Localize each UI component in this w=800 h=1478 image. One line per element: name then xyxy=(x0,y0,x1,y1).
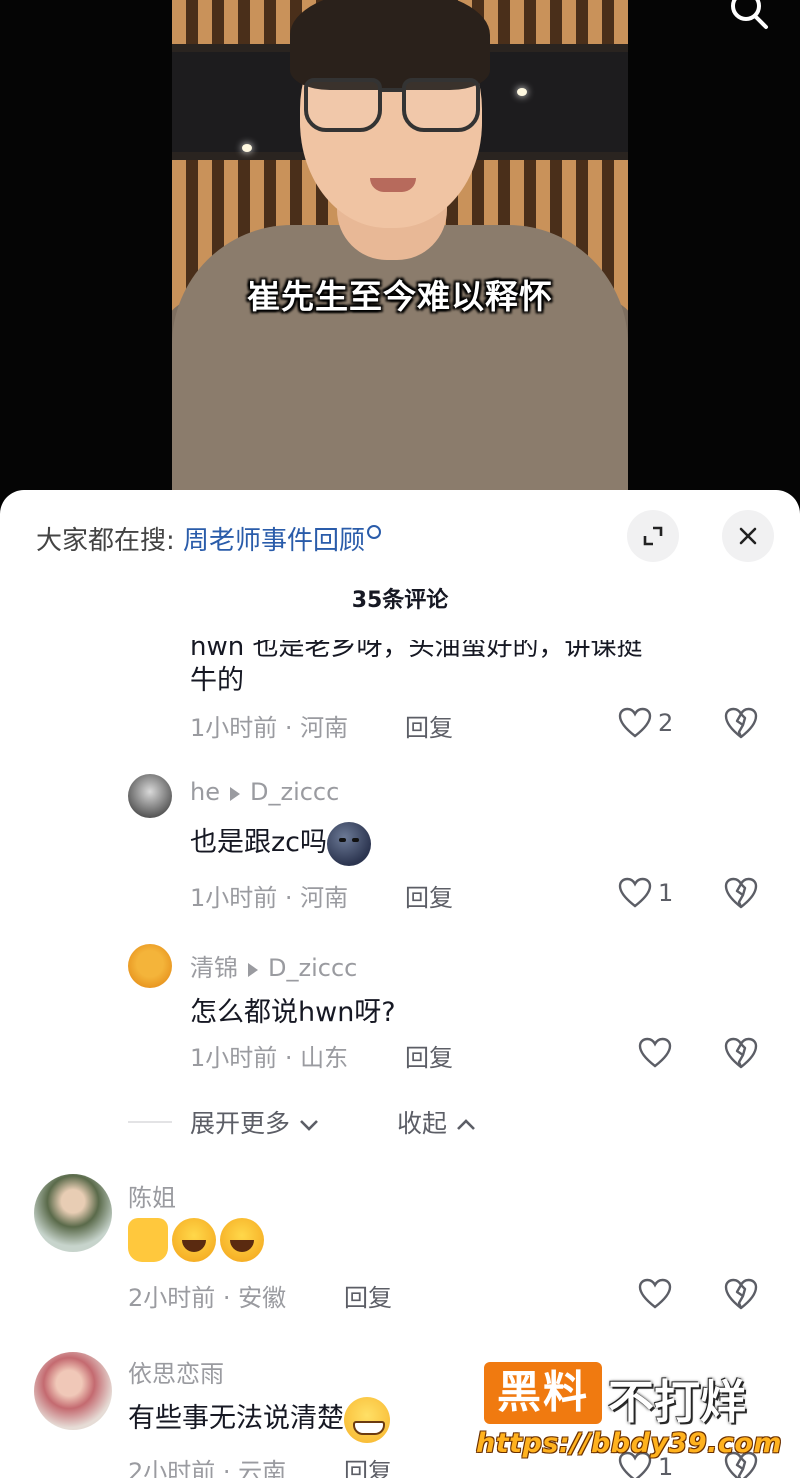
reply-button[interactable]: 回复 xyxy=(405,708,453,743)
like-count: 2 xyxy=(658,709,674,737)
avatar[interactable] xyxy=(34,1352,112,1430)
thumbs-up-emoji-icon xyxy=(128,1218,168,1262)
broken-heart-icon[interactable] xyxy=(724,706,758,740)
reply-arrow-icon xyxy=(229,787,240,801)
comment-text: 怎么都说hwn呀? xyxy=(190,997,396,1028)
comment-author[interactable]: 依思恋雨 xyxy=(128,1354,224,1389)
heart-icon xyxy=(618,707,652,738)
comment-meta: 1小时前 · 河南 xyxy=(190,884,349,912)
comment-meta: 1小时前 · 山东 xyxy=(190,1044,349,1072)
avatar[interactable] xyxy=(34,1174,112,1252)
laughing-tears-emoji-icon xyxy=(172,1218,216,1262)
comment-emojis xyxy=(128,1218,264,1262)
comment-author[interactable]: 清锦 xyxy=(190,954,238,982)
watermark-logo: 黑料 xyxy=(484,1362,602,1424)
comment-text: 牛的 xyxy=(190,665,244,696)
like-button[interactable]: 1 xyxy=(618,876,673,910)
watermark-text: 不打烊 xyxy=(608,1375,746,1429)
avatar[interactable] xyxy=(128,774,172,818)
watermark: 黑料 不打烊 https://bbdy39.com xyxy=(476,1362,784,1474)
close-icon xyxy=(739,527,757,545)
like-count: 1 xyxy=(658,879,674,907)
comment-author-line: 清锦 D_ziccc xyxy=(190,948,357,983)
comment-text-clipped: hwn 也是老乡呀，头油蛮好的，讲课挺 xyxy=(190,632,643,662)
moon-face-emoji-icon xyxy=(327,821,372,866)
reply-button[interactable]: 回复 xyxy=(405,1038,453,1073)
comments-sheet: 大家都在搜: 周老师事件回顾 35条评论 hwn 也是老乡呀，头油蛮好的，讲课挺… xyxy=(0,490,800,1478)
collapse-button[interactable]: 收起 xyxy=(397,1104,477,1140)
comment-count: 35条评论 xyxy=(351,588,449,613)
reply-arrow-icon xyxy=(248,963,258,977)
expand-button[interactable] xyxy=(627,510,679,562)
chevron-up-icon xyxy=(457,1119,475,1130)
broken-heart-icon[interactable] xyxy=(724,1277,758,1311)
search-icon xyxy=(367,525,382,539)
video-subtitle: 崔先生至今难以释怀 xyxy=(247,277,553,316)
heart-icon xyxy=(618,877,652,908)
broken-heart-icon[interactable] xyxy=(724,1036,758,1070)
reply-button[interactable]: 回复 xyxy=(344,1452,392,1478)
chevron-down-icon xyxy=(300,1120,318,1131)
speaker-shirt xyxy=(172,225,628,500)
like-button[interactable]: 2 xyxy=(618,706,673,740)
reply-button[interactable]: 回复 xyxy=(344,1278,392,1313)
comment-meta: 2小时前 · 安徽 xyxy=(128,1284,287,1312)
search-icon[interactable] xyxy=(728,0,772,30)
laughing-tears-emoji-icon xyxy=(220,1218,264,1262)
video-frame xyxy=(172,0,628,500)
heart-icon xyxy=(638,1037,672,1068)
comment-text: 有些事无法说清楚 xyxy=(128,1396,390,1443)
like-button[interactable] xyxy=(638,1277,672,1311)
hot-search-term[interactable]: 周老师事件回顾 xyxy=(183,526,365,556)
video-player[interactable]: 崔先生至今难以释怀 xyxy=(0,0,800,500)
like-button[interactable] xyxy=(638,1036,672,1070)
expand-icon xyxy=(643,526,663,546)
comment-text: 也是跟zc吗 xyxy=(190,820,372,866)
reply-to-user[interactable]: D_ziccc xyxy=(250,778,339,806)
grinning-emoji-icon xyxy=(344,1396,390,1443)
hot-search-label: 大家都在搜: xyxy=(36,526,175,556)
comment-author[interactable]: he xyxy=(190,778,220,806)
speaker-glasses xyxy=(304,78,480,134)
watermark-url: https://bbdy39.com xyxy=(476,1428,783,1459)
broken-heart-icon[interactable] xyxy=(724,876,758,910)
close-button[interactable] xyxy=(722,510,774,562)
expand-more-button[interactable]: 展开更多 xyxy=(190,1104,320,1140)
hot-search-bar[interactable]: 大家都在搜: 周老师事件回顾 xyxy=(36,520,382,557)
avatar[interactable] xyxy=(128,944,172,988)
heart-icon xyxy=(638,1278,672,1309)
comment-meta: 2小时前 · 云南 xyxy=(128,1458,287,1478)
comment-author-line: he D_ziccc xyxy=(190,778,339,806)
comment-author[interactable]: 陈姐 xyxy=(128,1178,176,1213)
reply-button[interactable]: 回复 xyxy=(405,878,453,913)
comment-meta: 1小时前 · 河南 xyxy=(190,714,349,742)
reply-to-user[interactable]: D_ziccc xyxy=(268,954,357,982)
thread-divider xyxy=(128,1121,172,1123)
